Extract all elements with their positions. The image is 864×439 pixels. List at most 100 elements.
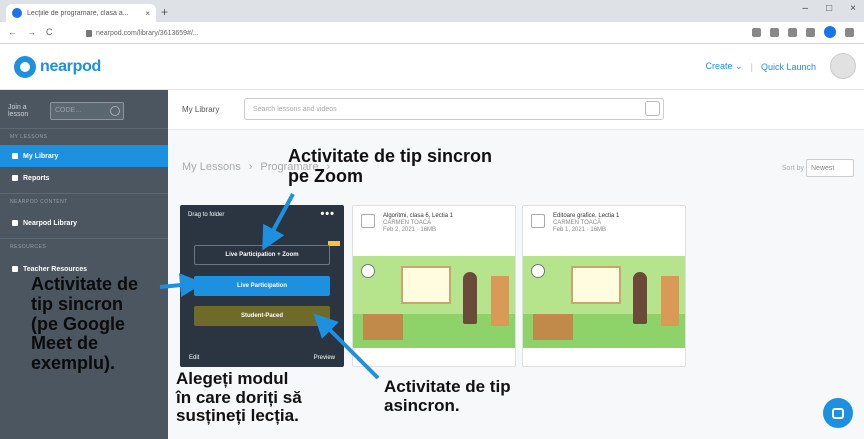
annotation-async: Activitate de tip asincron. — [384, 377, 511, 415]
annotation-line: Activitate de — [31, 274, 139, 294]
lesson-card[interactable]: Editoare grafice, Lectia 1 CARMEN TOACĂ … — [522, 205, 686, 367]
sort-label: Sort by — [781, 165, 804, 172]
drag-to-folder[interactable]: Drag to folder — [188, 212, 224, 218]
lesson-info: Algoritmi, clasa 6, Lectia 1 CARMEN TOAC… — [383, 213, 453, 234]
thumbnail-shelf — [491, 276, 509, 326]
new-tab-button[interactable]: + — [161, 5, 168, 19]
chat-icon — [832, 407, 844, 419]
home-icon — [12, 153, 18, 159]
create-button[interactable]: Create ⌄ — [706, 61, 743, 72]
nearpod-header: nearpod Create ⌄ | Quick Launch — [0, 45, 864, 90]
extension-icon[interactable] — [788, 27, 797, 37]
thumbnail-board — [571, 266, 621, 304]
section-heading: MY LESSONS — [10, 134, 48, 140]
thumbnail-teacher — [463, 272, 477, 324]
thumbnail-shelf — [661, 276, 679, 326]
divider — [0, 193, 168, 194]
library-label: My Library — [182, 105, 220, 114]
favicon-icon — [12, 8, 22, 18]
browser-tab[interactable]: Lecţiile de programare, clasa a... × — [6, 4, 156, 22]
lesson-author: CARMEN TOACĂ — [383, 220, 432, 226]
avatar[interactable] — [830, 53, 856, 79]
annotation-choose-mode: Alegeți modul în care doriți să susțineț… — [176, 369, 302, 426]
lesson-icon — [361, 214, 375, 228]
address-bar: ← → C nearpod.com/library/3613659#/... — [0, 22, 864, 44]
thumbnail-board — [401, 266, 451, 304]
student-paced-button[interactable]: Student-Paced — [194, 306, 330, 326]
sidebar: Join a lesson CODE... MY LESSONS My Libr… — [0, 90, 168, 439]
live-participation-button[interactable]: Live Participation — [194, 276, 330, 296]
annotation-line: în care doriți să — [176, 387, 302, 407]
lesson-card-hover[interactable]: Drag to folder ••• Live Participation + … — [180, 205, 344, 367]
thumbnail-desk — [363, 314, 403, 340]
sort-select[interactable]: Newest — [806, 159, 854, 177]
forward-button[interactable]: → — [27, 27, 36, 37]
sidebar-item-nearpod-library[interactable]: Nearpod Library — [0, 212, 168, 234]
header-actions: Create ⌄ | Quick Launch — [706, 61, 816, 72]
lock-icon — [86, 29, 92, 37]
divider — [0, 128, 168, 129]
join-go-icon[interactable] — [110, 106, 120, 116]
lesson-date: Feb 2, 2021 · 16MB — [383, 227, 437, 233]
sidebar-item-reports[interactable]: Reports — [0, 167, 168, 189]
lesson-author: CARMEN TOACĂ — [553, 220, 602, 226]
more-options-icon[interactable]: ••• — [320, 208, 335, 220]
close-window-button[interactable]: × — [850, 3, 856, 14]
search-placeholder: Search lessons and videos — [253, 106, 337, 113]
sidebar-item-label: Nearpod Library — [23, 219, 78, 227]
annotation-line: asincron. — [384, 395, 460, 415]
edit-button[interactable]: Edit — [189, 355, 199, 361]
url-text: nearpod.com/library/3613659#/... — [96, 29, 199, 37]
annotation-line: susțineți lecția. — [176, 406, 299, 426]
logo-text: nearpod — [40, 58, 102, 75]
menu-icon[interactable] — [845, 27, 854, 37]
lesson-thumbnail — [523, 256, 685, 348]
code-input[interactable]: CODE... — [50, 102, 124, 120]
reports-icon — [12, 175, 18, 181]
sidebar-item-my-library[interactable]: My Library — [0, 145, 168, 167]
library-bar: My Library Search lessons and videos — [168, 90, 864, 130]
window-controls: – □ × — [803, 3, 856, 14]
extension-icon[interactable] — [806, 27, 815, 37]
lesson-info: Editoare grafice, Lectia 1 CARMEN TOACĂ … — [553, 213, 619, 234]
profile-icon[interactable] — [824, 26, 836, 38]
search-input[interactable]: Search lessons and videos — [244, 98, 664, 120]
annotation-line: tip sincron — [31, 293, 124, 314]
url-field[interactable]: nearpod.com/library/3613659#/... — [86, 26, 706, 40]
minimize-button[interactable]: – — [803, 3, 809, 14]
tab-close-icon[interactable]: × — [145, 9, 150, 18]
annotation-sync-zoom: Activitate de tip sincron pe Zoom — [288, 146, 492, 187]
lesson-date: Feb 1, 2021 · 16MB — [553, 227, 607, 233]
join-lesson: Join a lesson CODE... — [8, 102, 124, 120]
chat-button[interactable] — [823, 398, 853, 428]
search-icon[interactable] — [645, 101, 660, 116]
section-heading: NEARPOD CONTENT — [10, 199, 68, 205]
search-icon — [12, 220, 18, 226]
nearpod-logo[interactable]: nearpod — [14, 56, 101, 78]
clock-icon — [531, 264, 545, 278]
clock-icon — [361, 264, 375, 278]
screenshot-root: Lecţiile de programare, clasa a... × + –… — [0, 0, 864, 439]
preview-button[interactable]: Preview — [314, 355, 335, 361]
reload-button[interactable]: C — [46, 27, 53, 37]
code-placeholder: CODE... — [55, 107, 82, 114]
breadcrumb-separator: › — [248, 161, 253, 173]
extensions-area — [752, 26, 854, 38]
live-zoom-button[interactable]: Live Participation + Zoom — [194, 245, 330, 265]
annotation-line: (pe Google — [31, 313, 125, 334]
lesson-icon — [531, 214, 545, 228]
breadcrumb-my-lessons[interactable]: My Lessons — [182, 161, 241, 173]
book-icon — [12, 266, 18, 272]
sort-value: Newest — [811, 165, 835, 172]
quick-launch-button[interactable]: Quick Launch — [761, 62, 816, 72]
star-icon[interactable] — [770, 27, 779, 37]
sidebar-item-label: Teacher Resources — [23, 265, 88, 273]
lesson-title: Editoare grafice, Lectia 1 — [553, 213, 620, 219]
maximize-button[interactable]: □ — [826, 3, 832, 14]
lesson-thumbnail — [353, 256, 515, 348]
nearpod-logo-icon — [14, 56, 36, 78]
lesson-card[interactable]: Algoritmi, clasa 6, Lectia 1 CARMEN TOAC… — [352, 205, 516, 367]
back-button[interactable]: ← — [8, 27, 17, 37]
extension-icon[interactable] — [752, 27, 761, 37]
sidebar-item-label: My Library — [23, 152, 59, 160]
